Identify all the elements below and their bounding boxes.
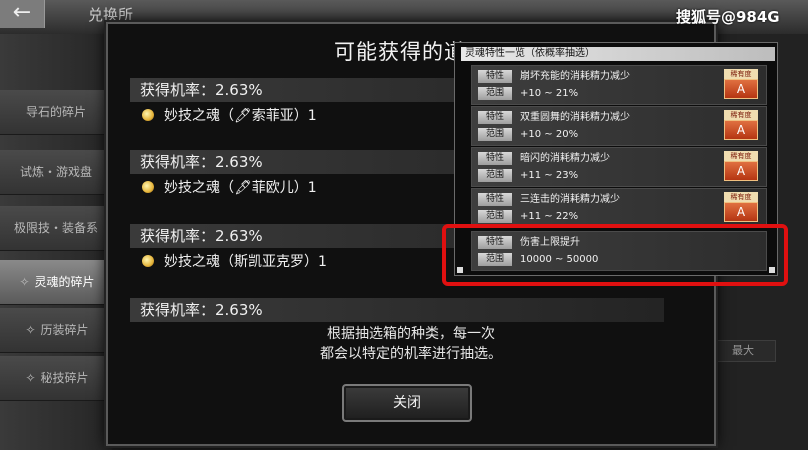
trait-name: 三连击的消耗精力减少 bbox=[520, 194, 620, 205]
rarity-badge: 稀有度 A bbox=[724, 151, 758, 181]
sidebar-item-soul-shard[interactable]: ✧ 灵魂的碎片 bbox=[0, 260, 112, 305]
sidebar-item-trial[interactable]: 试炼・游戏盘 bbox=[0, 150, 112, 195]
arrow-left-icon: ← bbox=[12, 0, 32, 25]
trait-name: 暗闪的消耗精力减少 bbox=[520, 153, 610, 164]
watermark: 搜狐号@984G bbox=[676, 8, 780, 26]
trait-label: 特性 bbox=[478, 152, 512, 165]
trait-label: 特性 bbox=[478, 70, 512, 83]
trait-range: +10 ~ 20% bbox=[520, 129, 579, 140]
back-button[interactable]: ← bbox=[0, 0, 45, 28]
rarity-badge: 稀有度 A bbox=[724, 110, 758, 140]
drop-rate: 获得机率：2.63% bbox=[130, 298, 664, 322]
sidebar-item-label: 导石的碎片 bbox=[25, 105, 86, 119]
range-label: 范围 bbox=[478, 169, 512, 182]
diamond-icon: ✧ bbox=[25, 323, 36, 337]
rarity-badge: 稀有度 A bbox=[724, 69, 758, 99]
trait-row: 特性 崩坏充能的消耗精力减少 范围 +10 ~ 21% 稀有度 A bbox=[471, 65, 767, 105]
coin-icon bbox=[142, 181, 154, 193]
trait-row: 特性 双重圆舞的消耗精力减少 范围 +10 ~ 20% 稀有度 A bbox=[471, 106, 767, 146]
diamond-icon: ✧ bbox=[19, 275, 30, 289]
range-label: 范围 bbox=[478, 128, 512, 141]
trait-label: 特性 bbox=[478, 111, 512, 124]
coin-icon bbox=[142, 109, 154, 121]
sidebar-item-equip-shard[interactable]: ✧ 历装碎片 bbox=[0, 308, 112, 353]
trait-range: +11 ~ 23% bbox=[520, 170, 579, 181]
close-button[interactable]: 关闭 bbox=[342, 384, 472, 422]
rarity-label: 稀有度 bbox=[724, 151, 758, 161]
rarity-badge: 稀有度 A bbox=[724, 192, 758, 222]
max-label: 最大 bbox=[732, 344, 754, 357]
sidebar-item-label: 试炼・游戏盘 bbox=[19, 165, 92, 179]
trait-name: 崩坏充能的消耗精力减少 bbox=[520, 71, 630, 82]
trait-range: +11 ~ 22% bbox=[520, 211, 579, 222]
notice-text: 根据抽选箱的种类，每一次 都会以特定的机率进行抽选。 bbox=[108, 324, 714, 364]
rarity-label: 稀有度 bbox=[724, 192, 758, 202]
range-label: 范围 bbox=[478, 210, 512, 223]
sidebar-item-label: 极限技・装备系 bbox=[13, 221, 98, 235]
diamond-icon: ✧ bbox=[25, 371, 36, 385]
list-item: 获得机率：2.63% bbox=[130, 298, 664, 322]
rarity-value: A bbox=[724, 79, 758, 99]
trait-range: +10 ~ 21% bbox=[520, 88, 579, 99]
trait-label: 特性 bbox=[478, 193, 512, 206]
item-name: 妙技之魂（斯凯亚克罗）1 bbox=[164, 254, 327, 270]
rarity-value: A bbox=[724, 161, 758, 181]
highlight-box bbox=[442, 224, 788, 286]
sidebar-item-label: 历装碎片 bbox=[40, 323, 89, 337]
range-label: 范围 bbox=[478, 87, 512, 100]
sidebar-item-label: 秘技碎片 bbox=[40, 371, 89, 385]
item-name: 妙技之魂（🖋菲欧儿）1 bbox=[164, 180, 317, 196]
max-button[interactable]: 最大 bbox=[710, 340, 776, 362]
notice-line: 都会以特定的机率进行抽选。 bbox=[320, 346, 502, 362]
popup-header: 灵魂特性一览（依概率抽选） bbox=[461, 47, 775, 61]
sidebar-item-limit-skill[interactable]: 极限技・装备系 bbox=[0, 206, 112, 251]
rarity-label: 稀有度 bbox=[724, 69, 758, 79]
sidebar-item-label: 灵魂的碎片 bbox=[34, 275, 95, 289]
trait-name: 双重圆舞的消耗精力减少 bbox=[520, 112, 630, 123]
trait-row: 特性 暗闪的消耗精力减少 范围 +11 ~ 23% 稀有度 A bbox=[471, 147, 767, 187]
sidebar: 导石的碎片 试炼・游戏盘 极限技・装备系 ✧ 灵魂的碎片 ✧ 历装碎片 ✧ 秘技碎片 bbox=[0, 34, 112, 450]
coin-icon bbox=[142, 255, 154, 267]
trait-row: 特性 三连击的消耗精力减少 范围 +11 ~ 22% 稀有度 A bbox=[471, 188, 767, 228]
rarity-value: A bbox=[724, 202, 758, 222]
rarity-value: A bbox=[724, 120, 758, 140]
sidebar-item-guide-stone[interactable]: 导石的碎片 bbox=[0, 90, 112, 135]
rarity-label: 稀有度 bbox=[724, 110, 758, 120]
item-name: 妙技之魂（🖊索菲亚）1 bbox=[164, 108, 317, 124]
sidebar-item-secret-shard[interactable]: ✧ 秘技碎片 bbox=[0, 356, 112, 401]
notice-line: 根据抽选箱的种类，每一次 bbox=[327, 326, 495, 342]
